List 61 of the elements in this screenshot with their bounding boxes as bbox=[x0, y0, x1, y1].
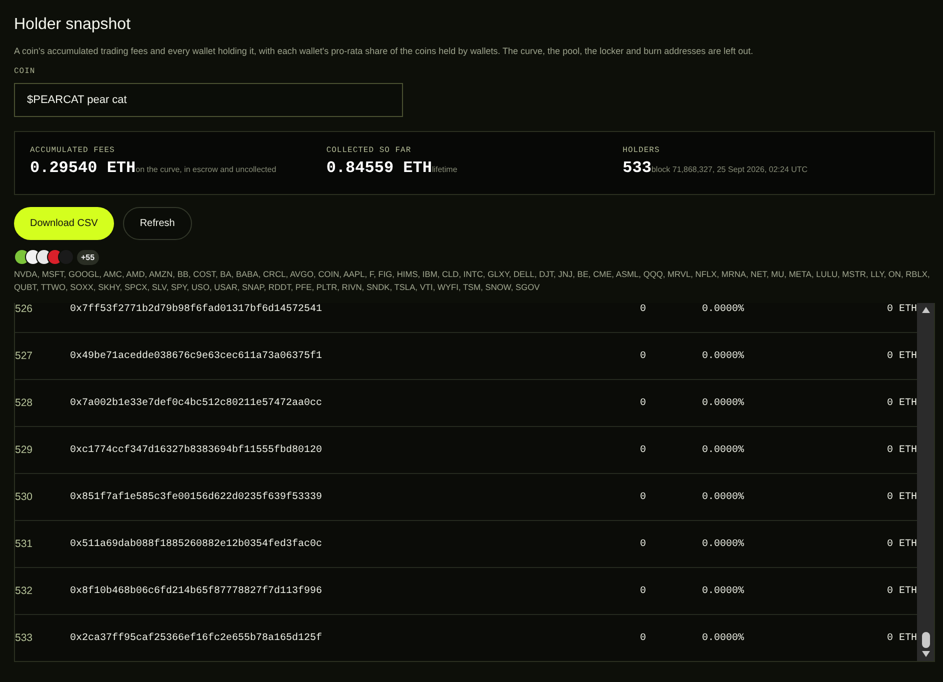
share-cell-text: 0.0000% bbox=[702, 492, 746, 502]
download-button[interactable]: Download CSV bbox=[14, 207, 114, 240]
stat-value: 533 bbox=[622, 159, 652, 177]
stat-note: lifetime bbox=[432, 165, 458, 174]
scrollbar[interactable] bbox=[917, 303, 934, 661]
stat-label: COLLECTED SO FAR bbox=[326, 146, 412, 155]
share-cell-text: 0.0000% bbox=[702, 398, 746, 408]
stat-label: ACCUMULATED FEES bbox=[30, 146, 116, 155]
fees-cell-text: 0 ETH bbox=[886, 492, 917, 502]
rank-cell-text: 533 bbox=[15, 632, 34, 644]
fees-cell-text: 0 ETH bbox=[886, 304, 917, 314]
rank-cell-text: 529 bbox=[15, 444, 34, 456]
page-title: Holder snapshot bbox=[14, 16, 132, 34]
fees-cell-text: 0 ETH bbox=[886, 538, 917, 550]
fees-cell-text: 0 ETH bbox=[886, 632, 917, 644]
share-cell-text: 0.0000% bbox=[702, 632, 746, 644]
stat-note: block 71,868,327, 25 Sept 2026, 02:24 UTC bbox=[651, 165, 808, 174]
stat-value: 0.29540 ETH bbox=[30, 159, 136, 177]
table-cell-text: 0 bbox=[640, 492, 648, 502]
address-cell-text: 0x7ff53f2771b2d79b98f6fad01317bf6d14572541 bbox=[70, 304, 324, 314]
rank-cell-text: 532 bbox=[15, 585, 34, 597]
rank-cell-text: 530 bbox=[15, 491, 34, 503]
table-cell-text: 0 bbox=[640, 632, 648, 644]
fees-cell-text: 0 ETH bbox=[886, 398, 917, 408]
address-cell-text: 0x851f7af1e585c3fe00156d622d0235f639f53339 bbox=[70, 492, 324, 502]
more-count: +55 bbox=[77, 250, 99, 264]
address-cell-text: 0xc1774ccf347d16327b8383694bf11555fbd80120 bbox=[70, 444, 324, 456]
fees-cell-text: 0 ETH bbox=[886, 586, 917, 596]
address-cell-text: 0x8f10b468b06c6fd214b65f87778827f7d113f996 bbox=[70, 586, 324, 596]
coin-field[interactable]: $PEARCAT pear cat bbox=[14, 83, 403, 117]
stat-label: HOLDERS bbox=[622, 146, 661, 155]
scroll-up-icon[interactable] bbox=[920, 306, 930, 314]
address-cell-text: 0x511a69dab088f1885260882e12b0354fed3fac0c bbox=[70, 538, 324, 550]
share-cell-text: 0.0000% bbox=[702, 586, 746, 596]
table-cell-text: 0 bbox=[640, 586, 648, 596]
share-cell-text: 0.0000% bbox=[702, 304, 746, 314]
share-cell-text: 0.0000% bbox=[702, 350, 746, 362]
fees-cell-text: 0 ETH bbox=[886, 444, 917, 456]
share-cell-text: 0.0000% bbox=[702, 538, 746, 550]
table-cell-text: 0 bbox=[640, 538, 648, 550]
field-label: COIN bbox=[14, 67, 36, 76]
table-cell-text: 0 bbox=[640, 444, 648, 456]
table-cell-text: 0 bbox=[640, 398, 648, 408]
rank-cell-text: 526 bbox=[15, 303, 34, 315]
address-cell-text: 0x49be71acedde038676c9e63cec611a73a06375f1 bbox=[70, 350, 324, 362]
rank-cell-text: 528 bbox=[15, 397, 34, 409]
address-cell-text: 0x2ca37ff95caf25366ef16fc2e655b78a165d125f bbox=[70, 632, 324, 644]
address-cell-text: 0x7a002b1e33e7def0c4bc512c80211e57472aa0cc bbox=[70, 398, 324, 408]
stat-value: 0.84559 ETH bbox=[326, 159, 432, 177]
rank-cell-text: 531 bbox=[15, 538, 34, 550]
share-cell-text: 0.0000% bbox=[702, 444, 746, 456]
fees-cell-text: 0 ETH bbox=[886, 350, 917, 362]
scroll-thumb[interactable] bbox=[922, 632, 930, 648]
scroll-down-icon[interactable] bbox=[920, 650, 930, 658]
refresh-button[interactable]: Refresh bbox=[122, 207, 192, 240]
description: A coin's accumulated trading fees and every wallet holding it, with each wallet's pro-rata share of the coins held by wallets. The curve, the pool, the locker and burn addresses are left out. bbox=[14, 46, 754, 56]
stat-note: on the curve, in escrow and uncollected bbox=[136, 165, 276, 174]
rank-cell-text: 527 bbox=[15, 350, 34, 362]
ticker-list: NVDA, MSFT, GOOGL, AMC, AMD, AMZN, BB, COST, BA, BABA, CRCL, AVGO, COIN, AAPL, F, FIG, HIMS, IBM, CLD, INTC, GLXY, DELL, DJT, JNJ, BE, CME, ASML, QQQ, MRVL, NFLX, MRNA, NET, MU, META, LULU, MSTR, LLY, ON, RBLX, QUBT, TTWO, SOXX, SKHY, SPCX, SLV, SPY, USO, USAR, SNAP, RDDT, PFE, PLTR, RIVN, SNDK, TSLA, VTI, WYFI, TSM, SNOW, SGOV bbox=[14, 268, 934, 294]
table-cell-text: 0 bbox=[640, 350, 648, 362]
table-cell-text: 0 bbox=[640, 304, 648, 314]
